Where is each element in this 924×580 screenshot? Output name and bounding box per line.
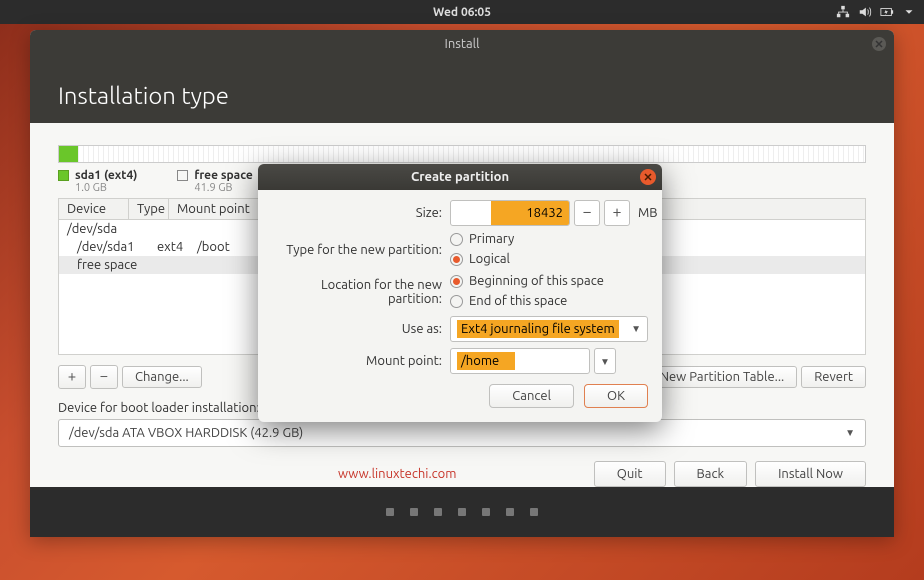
partition-bar: [58, 145, 866, 163]
mount-point-dropdown-button[interactable]: ▼: [594, 348, 616, 374]
revert-button[interactable]: Revert: [801, 366, 866, 388]
legend-size: 1.0 GB: [75, 182, 137, 194]
use-as-label: Use as:: [272, 322, 450, 336]
install-now-button[interactable]: Install Now: [755, 461, 866, 487]
system-tray: [836, 5, 916, 19]
mount-point-input[interactable]: /home: [450, 348, 590, 374]
dropdown-icon[interactable]: [902, 5, 916, 19]
window-titlebar: Install: [30, 30, 894, 58]
chevron-down-icon: ▼: [845, 427, 855, 439]
col-device[interactable]: Device: [59, 199, 129, 219]
radio-end[interactable]: End of this space: [450, 294, 567, 308]
partition-type-label: Type for the new partition:: [272, 243, 450, 257]
legend-name: sda1 (ext4): [75, 169, 137, 182]
pager: [30, 487, 894, 537]
system-topbar: Wed 06:05: [0, 0, 924, 24]
legend-size: 41.9 GB: [194, 182, 252, 194]
quit-button[interactable]: Quit: [594, 461, 666, 487]
cancel-button[interactable]: Cancel: [489, 384, 574, 408]
bootloader-select[interactable]: /dev/sda ATA VBOX HARDDISK (42.9 GB) ▼: [58, 419, 866, 447]
mount-point-label: Mount point:: [272, 354, 450, 368]
size-input[interactable]: 18432: [450, 200, 570, 226]
legend-swatch: [177, 170, 188, 181]
new-partition-table-button[interactable]: New Partition Table...: [647, 366, 798, 388]
radio-logical[interactable]: Logical: [450, 252, 510, 266]
col-type[interactable]: Type: [129, 199, 169, 219]
battery-icon[interactable]: [880, 5, 894, 19]
close-icon[interactable]: [872, 37, 886, 51]
location-label: Location for the new partition:: [272, 278, 450, 306]
size-increment-button[interactable]: +: [604, 200, 630, 226]
create-partition-dialog: Create partition Size: 18432 − + MB Type…: [258, 164, 662, 422]
chevron-down-icon: ▼: [631, 323, 641, 335]
change-button[interactable]: Change...: [122, 366, 202, 388]
legend-name: free space: [194, 169, 252, 182]
use-as-select[interactable]: Ext4 journaling file system ▼: [450, 316, 648, 342]
watermark-link: www.linuxtechi.com: [338, 467, 456, 481]
page-title: Installation type: [30, 58, 894, 123]
dialog-titlebar: Create partition: [258, 164, 662, 190]
close-icon[interactable]: [640, 169, 656, 185]
add-partition-button[interactable]: +: [58, 365, 86, 389]
legend-swatch: [58, 170, 69, 181]
size-decrement-button[interactable]: −: [574, 200, 600, 226]
volume-icon[interactable]: [858, 5, 872, 19]
clock: Wed 06:05: [433, 6, 491, 19]
size-label: Size:: [272, 206, 450, 220]
window-title: Install: [445, 37, 480, 51]
radio-primary[interactable]: Primary: [450, 232, 514, 246]
ok-button[interactable]: OK: [584, 384, 648, 408]
back-button[interactable]: Back: [674, 461, 748, 487]
network-icon[interactable]: [836, 5, 850, 19]
radio-beginning[interactable]: Beginning of this space: [450, 274, 604, 288]
size-unit: MB: [638, 206, 658, 220]
remove-partition-button[interactable]: −: [90, 365, 118, 389]
